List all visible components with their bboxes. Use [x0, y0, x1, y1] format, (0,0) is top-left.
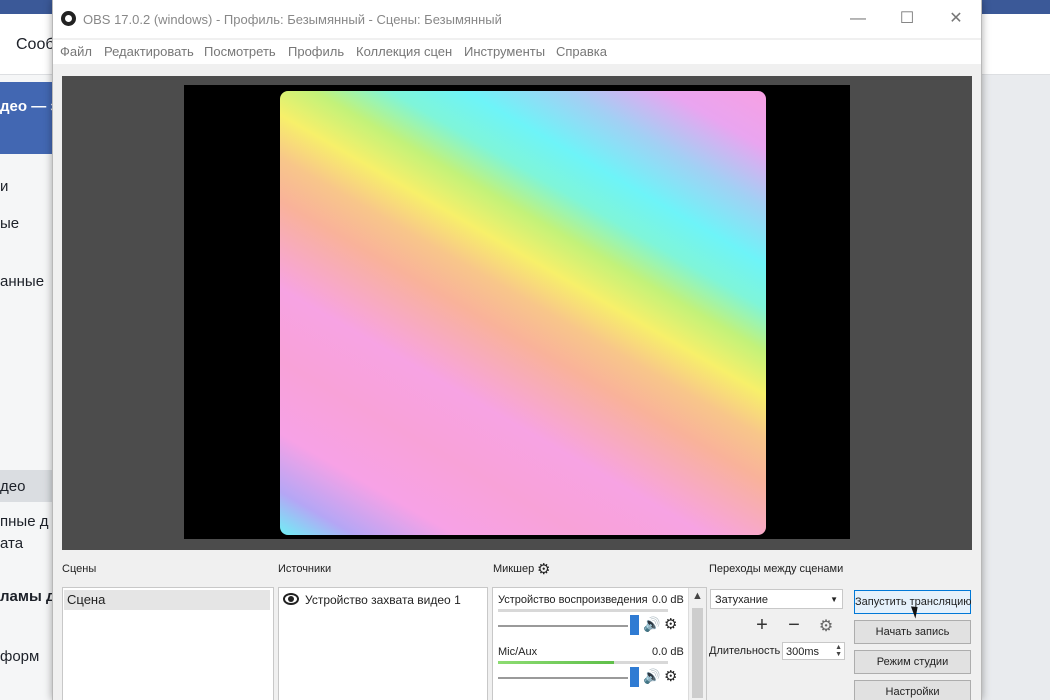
menu-scene-collection[interactable]: Коллекция сцен [356, 44, 452, 59]
title-bar: OBS 17.0.2 (windows) - Профиль: Безымянн… [53, 0, 981, 38]
preview-canvas[interactable] [184, 85, 850, 539]
channel-gear-icon[interactable]: ⚙ [664, 615, 677, 633]
background-header-text: Сооб [16, 36, 55, 53]
minimize-button[interactable]: — [835, 7, 881, 31]
background-sidebar-item: ые [0, 215, 20, 232]
transition-gear-icon[interactable]: ⚙ [815, 616, 837, 636]
mixer-channel-name: Устройство воспроизведения [498, 594, 648, 606]
scenes-list[interactable]: Сцена [62, 587, 274, 700]
mixer-gear-icon[interactable]: ⚙ [537, 560, 550, 578]
background-sidebar-active-label: део — з [0, 98, 58, 115]
background-sidebar-item: и [0, 178, 9, 195]
mixer-title: Микшер [493, 563, 535, 575]
scene-item[interactable]: Сцена [64, 590, 270, 610]
volume-meter [498, 661, 668, 664]
speaker-icon[interactable]: 🔊 [643, 616, 660, 633]
background-sidebar-item: пные д [0, 513, 49, 530]
menu-bar: Файл Редактировать Посмотреть Профиль Ко… [53, 40, 981, 64]
background-sidebar-item: део [0, 478, 26, 495]
start-recording-button[interactable]: Начать запись [854, 620, 971, 644]
video-capture-image [280, 91, 766, 535]
mixer-channel-db: 0.0 dB [652, 594, 684, 606]
volume-slider[interactable] [498, 625, 628, 627]
menu-edit[interactable]: Редактировать [104, 44, 194, 59]
duration-label: Длительность [709, 645, 781, 657]
add-transition-icon[interactable]: + [751, 614, 773, 637]
sources-list[interactable]: Устройство захвата видео 1 [278, 587, 488, 700]
sources-title: Источники [278, 563, 332, 575]
mixer-panel: Устройство воспроизведения 0.0 dB 🔊 ⚙ Mi… [492, 587, 707, 700]
volume-slider-handle[interactable] [630, 667, 639, 687]
maximize-button[interactable]: ☐ [884, 7, 930, 31]
chevron-down-icon: ▼ [830, 595, 838, 604]
background-sidebar-item: форм [0, 648, 40, 665]
source-item[interactable]: Устройство захвата видео 1 [283, 592, 461, 607]
volume-slider[interactable] [498, 677, 628, 679]
menu-profile[interactable]: Профиль [288, 44, 344, 59]
preview-area[interactable] [62, 76, 972, 550]
transition-select-value: Затухание [715, 594, 769, 606]
volume-slider-handle[interactable] [630, 615, 639, 635]
studio-mode-button[interactable]: Режим студии [854, 650, 971, 674]
transitions-title: Переходы между сценами [709, 563, 844, 575]
obs-window: OBS 17.0.2 (windows) - Профиль: Безымянн… [52, 0, 982, 700]
settings-button[interactable]: Настройки [854, 680, 971, 700]
eye-icon[interactable] [283, 593, 299, 605]
scenes-title: Сцены [62, 563, 97, 575]
mixer-channel-db: 0.0 dB [652, 646, 684, 658]
close-button[interactable]: ✕ [933, 7, 979, 31]
transition-select[interactable]: Затухание ▼ [710, 589, 843, 609]
menu-help[interactable]: Справка [556, 44, 607, 59]
scrollbar-thumb[interactable] [692, 608, 703, 698]
mixer-scrollbar[interactable]: ▲ [688, 588, 706, 700]
volume-meter [498, 609, 668, 612]
volume-meter-level [498, 661, 614, 664]
duration-input[interactable]: 300ms ▲ ▼ [782, 642, 845, 660]
source-item-label: Устройство захвата видео 1 [305, 593, 461, 607]
scroll-up-icon[interactable]: ▲ [692, 590, 703, 602]
background-sidebar-item: ламы д [0, 588, 56, 605]
menu-file[interactable]: Файл [60, 44, 92, 59]
speaker-icon[interactable]: 🔊 [643, 668, 660, 685]
obs-logo-icon [61, 11, 76, 26]
background-sidebar: и ые анные део пные д ата ламы д форм [0, 75, 56, 700]
menu-tools[interactable]: Инструменты [464, 44, 545, 59]
duration-value: 300ms [786, 646, 820, 658]
mixer-channel-name: Mic/Aux [498, 646, 538, 658]
background-sidebar-active: део — з [0, 82, 58, 154]
background-sidebar-item: ата [0, 535, 24, 552]
spin-arrows-icon[interactable]: ▲ ▼ [835, 644, 842, 658]
remove-transition-icon[interactable]: − [783, 614, 805, 637]
channel-gear-icon[interactable]: ⚙ [664, 667, 677, 685]
window-title: OBS 17.0.2 (windows) - Профиль: Безымянн… [83, 12, 502, 27]
menu-view[interactable]: Посмотреть [204, 44, 276, 59]
background-sidebar-item: анные [0, 273, 45, 290]
